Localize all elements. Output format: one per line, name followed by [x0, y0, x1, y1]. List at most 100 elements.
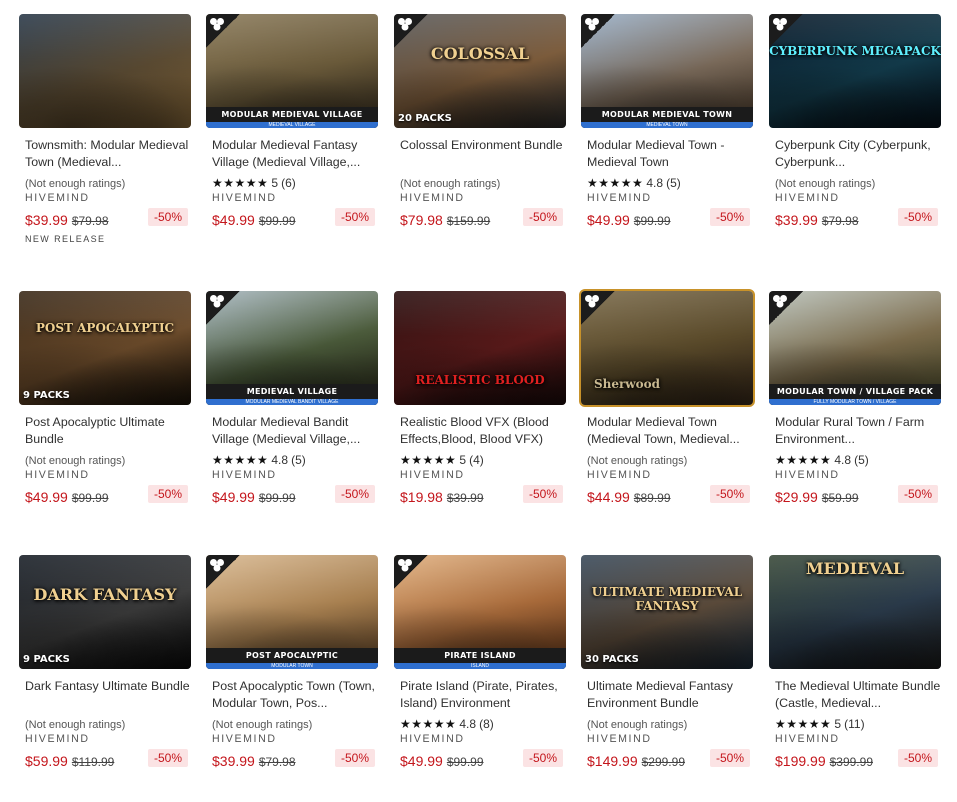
publisher-name[interactable]: HIVEMIND: [769, 733, 941, 745]
sale-price: $49.99: [400, 753, 443, 769]
product-title[interactable]: Ultimate Medieval Fantasy Environment Bu…: [581, 678, 753, 712]
product-title[interactable]: Modular Rural Town / Farm Environment...: [769, 414, 941, 448]
bundle-badge: [769, 14, 803, 48]
thumbnail-overlay-title: ULTIMATE MEDIEVAL FANTASY: [591, 585, 743, 613]
product-card[interactable]: Townsmith: Modular Medieval Town (Mediev…: [19, 14, 191, 244]
discount-badge: -50%: [334, 208, 375, 226]
publisher-name[interactable]: HIVEMIND: [581, 733, 753, 745]
sale-price: $149.99: [587, 753, 638, 769]
bundle-badge: [394, 14, 428, 48]
product-title[interactable]: Townsmith: Modular Medieval Town (Mediev…: [19, 137, 191, 171]
publisher-name[interactable]: HIVEMIND: [394, 733, 566, 745]
product-thumbnail[interactable]: COLOSSAL 20 PACKS: [394, 14, 566, 128]
product-title[interactable]: Dark Fantasy Ultimate Bundle: [19, 678, 191, 712]
sale-price: $49.99: [212, 489, 255, 505]
product-card[interactable]: POST APOCALYPTIC MODULAR TOWN Post Apoca…: [206, 555, 378, 773]
product-card[interactable]: MODULAR TOWN / VILLAGE PACK FULLY MODULA…: [769, 291, 941, 509]
original-price: $99.99: [258, 214, 296, 228]
publisher-name[interactable]: HIVEMIND: [394, 469, 566, 481]
sale-price: $49.99: [587, 212, 630, 228]
price-row: $199.99 $399.99 -50%: [769, 749, 941, 773]
publisher-name[interactable]: HIVEMIND: [206, 192, 378, 204]
sale-price: $59.99: [25, 753, 68, 769]
publisher-name[interactable]: HIVEMIND: [206, 733, 378, 745]
product-title[interactable]: Realistic Blood VFX (Blood Effects,Blood…: [394, 414, 566, 448]
product-thumbnail[interactable]: [19, 14, 191, 128]
original-price: $119.99: [71, 755, 115, 769]
product-thumbnail[interactable]: DARK FANTASY 9 PACKS: [19, 555, 191, 669]
original-price: $99.99: [71, 491, 109, 505]
product-card[interactable]: MODULAR MEDIEVAL VILLAGE MEDIEVAL VILLAG…: [206, 14, 378, 232]
discount-badge: -50%: [147, 485, 188, 503]
product-thumbnail[interactable]: POST APOCALYPTIC MODULAR TOWN: [206, 555, 378, 669]
product-thumbnail[interactable]: REALISTIC BLOOD: [394, 291, 566, 405]
product-thumbnail[interactable]: CYBERPUNK MEGAPACK: [769, 14, 941, 128]
product-thumbnail[interactable]: MEDIEVAL: [769, 555, 941, 669]
price-row: $49.99 $99.99 -50%: [206, 208, 378, 232]
product-card[interactable]: POST APOCALYPTIC 9 PACKS Post Apocalypti…: [19, 291, 191, 509]
publisher-name[interactable]: HIVEMIND: [769, 192, 941, 204]
product-title[interactable]: Post Apocalyptic Ultimate Bundle: [19, 414, 191, 448]
product-rating: (Not enough ratings): [581, 717, 753, 733]
rating-text: (Not enough ratings): [587, 719, 688, 731]
discount-badge: -50%: [709, 208, 750, 226]
product-card[interactable]: MEDIEVAL The Medieval Ultimate Bundle (C…: [769, 555, 941, 773]
product-card[interactable]: ULTIMATE MEDIEVAL FANTASY 30 PACKS Ultim…: [581, 555, 753, 773]
banner-subtitle: MEDIEVAL TOWN: [646, 122, 688, 128]
packs-label: 30 PACKS: [585, 654, 639, 665]
product-rating: (Not enough ratings): [19, 176, 191, 192]
product-card[interactable]: PIRATE ISLAND ISLAND Pirate Island (Pira…: [394, 555, 566, 773]
publisher-name[interactable]: HIVEMIND: [19, 733, 191, 745]
product-title[interactable]: Cyberpunk City (Cyberpunk, Cyberpunk...: [769, 137, 941, 171]
packs-label: 9 PACKS: [23, 390, 70, 401]
publisher-name[interactable]: HIVEMIND: [581, 469, 753, 481]
bundle-icon: [210, 295, 224, 308]
product-thumbnail[interactable]: MODULAR MEDIEVAL TOWN MEDIEVAL TOWN: [581, 14, 753, 128]
product-title[interactable]: Pirate Island (Pirate, Pirates, Island) …: [394, 678, 566, 712]
product-title[interactable]: Colossal Environment Bundle: [394, 137, 566, 171]
product-thumbnail[interactable]: MODULAR TOWN / VILLAGE PACK FULLY MODULA…: [769, 291, 941, 405]
price-row: $49.99 $99.99 -50%: [206, 485, 378, 509]
original-price: $39.99: [446, 491, 484, 505]
product-thumbnail[interactable]: MEDIEVAL VILLAGE MODULAR MEDIEVAL BANDIT…: [206, 291, 378, 405]
product-card[interactable]: COLOSSAL 20 PACKS Colossal Environment B…: [394, 14, 566, 232]
sale-price: $49.99: [25, 489, 68, 505]
rating-text: (Not enough ratings): [25, 719, 126, 731]
product-thumbnail[interactable]: ULTIMATE MEDIEVAL FANTASY 30 PACKS: [581, 555, 753, 669]
product-card[interactable]: MEDIEVAL VILLAGE MODULAR MEDIEVAL BANDIT…: [206, 291, 378, 509]
publisher-name[interactable]: HIVEMIND: [206, 469, 378, 481]
thumbnail-overlay-title: REALISTIC BLOOD: [415, 373, 545, 387]
product-card[interactable]: REALISTIC BLOOD Realistic Blood VFX (Blo…: [394, 291, 566, 509]
publisher-name[interactable]: HIVEMIND: [581, 192, 753, 204]
publisher-name[interactable]: HIVEMIND: [769, 469, 941, 481]
publisher-name[interactable]: HIVEMIND: [19, 469, 191, 481]
discount-badge: -50%: [897, 749, 938, 767]
rating-stars-icon: ★★★★★: [400, 453, 457, 467]
publisher-name[interactable]: HIVEMIND: [394, 192, 566, 204]
banner-subtitle: ISLAND: [470, 663, 490, 669]
original-price: $299.99: [641, 755, 685, 769]
product-card[interactable]: CYBERPUNK MEGAPACK Cyberpunk City (Cyber…: [769, 14, 941, 232]
product-card[interactable]: MODULAR MEDIEVAL TOWN MEDIEVAL TOWN Modu…: [581, 14, 753, 232]
product-title[interactable]: Post Apocalyptic Town (Town, Modular Tow…: [206, 678, 378, 712]
product-title[interactable]: Modular Medieval Bandit Village (Medieva…: [206, 414, 378, 448]
product-thumbnail[interactable]: MODULAR MEDIEVAL VILLAGE MEDIEVAL VILLAG…: [206, 14, 378, 128]
product-rating: ★★★★★ 4.8 (5): [206, 453, 378, 469]
product-thumbnail[interactable]: POST APOCALYPTIC 9 PACKS: [19, 291, 191, 405]
publisher-name[interactable]: HIVEMIND: [19, 192, 191, 204]
product-thumbnail[interactable]: Sherwood: [579, 289, 755, 407]
sale-price: $29.99: [775, 489, 818, 505]
product-title[interactable]: The Medieval Ultimate Bundle (Castle, Me…: [769, 678, 941, 712]
product-card[interactable]: DARK FANTASY 9 PACKS Dark Fantasy Ultima…: [19, 555, 191, 773]
price-row: $49.99 $99.99 -50%: [581, 208, 753, 232]
rating-score: 5: [459, 453, 467, 467]
product-title[interactable]: Modular Medieval Town - Medieval Town: [581, 137, 753, 171]
product-title[interactable]: Modular Medieval Town (Medieval Town, Me…: [581, 414, 753, 448]
product-thumbnail[interactable]: PIRATE ISLAND ISLAND: [394, 555, 566, 669]
bundle-badge: [769, 291, 803, 325]
sale-price: $199.99: [775, 753, 826, 769]
bundle-icon: [398, 18, 412, 31]
product-title[interactable]: Modular Medieval Fantasy Village (Mediev…: [206, 137, 378, 171]
product-card[interactable]: Sherwood Modular Medieval Town (Medieval…: [579, 289, 755, 509]
product-rating: ★★★★★ 5 (11): [769, 717, 941, 733]
